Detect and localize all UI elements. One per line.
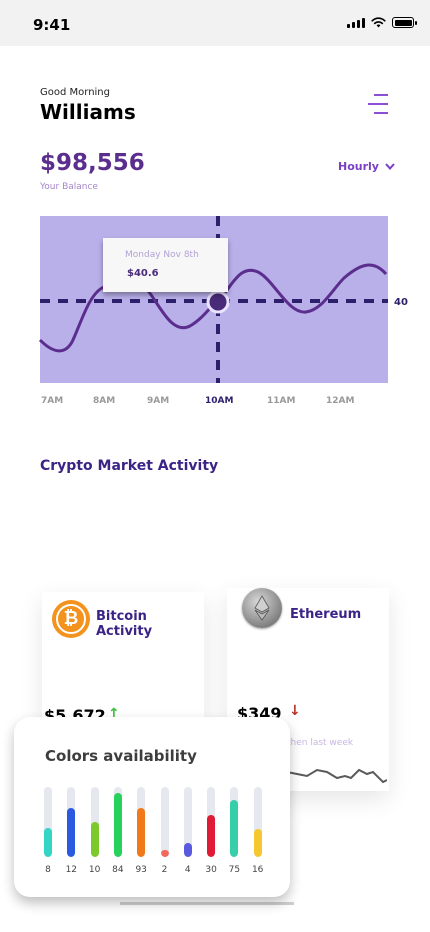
- status-icons: [347, 17, 417, 28]
- battery-icon: [392, 17, 417, 28]
- chart-level-label: 40: [394, 297, 408, 308]
- color-bar: [160, 787, 169, 857]
- time-label[interactable]: 8AM: [93, 396, 115, 406]
- balance-label: Your Balance: [40, 182, 98, 192]
- bitcoin-title: Bitcoin Activity: [96, 609, 153, 639]
- greeting-text: Good Morning: [40, 87, 110, 98]
- color-bar-label: 16: [251, 865, 264, 875]
- color-bar: [207, 787, 216, 857]
- color-bar-label: 4: [184, 865, 191, 875]
- color-bar-fill: [137, 808, 146, 857]
- color-bar-label: 75: [228, 865, 241, 875]
- color-bar: [90, 787, 99, 857]
- color-bar-fill: [207, 815, 216, 857]
- bitcoin-card[interactable]: ₿ Bitcoin Activity $5,672 ↑: [42, 592, 204, 732]
- color-bar: [44, 787, 52, 857]
- tooltip-value: $40.6: [127, 268, 159, 279]
- status-bar: 9:41: [0, 0, 430, 46]
- ethereum-sparkline: [287, 768, 387, 784]
- color-bar-fill: [113, 792, 122, 857]
- bitcoin-icon: ₿: [52, 600, 90, 638]
- color-bar-fill: [44, 827, 52, 857]
- section-title: Crypto Market Activity: [40, 458, 219, 474]
- color-bar-fill: [90, 822, 99, 857]
- color-bar-fill: [230, 799, 239, 857]
- wifi-icon: [371, 17, 386, 28]
- time-axis: 7AM 8AM 9AM 10AM 11AM 12AM: [0, 396, 430, 410]
- color-bar-label: 93: [135, 865, 147, 875]
- ethereum-title: Ethereum: [290, 607, 362, 622]
- time-label-active[interactable]: 10AM: [205, 396, 233, 406]
- color-bar: [183, 787, 192, 857]
- color-bar-label: 10: [88, 865, 101, 875]
- color-bar-label: 12: [65, 865, 78, 875]
- color-bar-fill: [67, 808, 76, 857]
- color-bar: [230, 787, 239, 857]
- color-bar: [137, 787, 146, 857]
- cellular-signal-icon: [347, 17, 365, 28]
- menu-icon[interactable]: [368, 92, 388, 116]
- ethereum-compare-text: then last week: [287, 738, 354, 748]
- ethereum-coin-icon: [242, 588, 282, 628]
- color-bar-label: 84: [112, 865, 124, 875]
- colors-availability-card: Colors availability 8 12 10 84 93 2 4 30 75 16: [14, 717, 290, 897]
- colors-card-shadow: [120, 902, 294, 905]
- color-bar: [113, 787, 122, 857]
- color-bar-fill: [183, 843, 192, 857]
- status-time: 9:41: [33, 16, 71, 34]
- arrow-down-icon: ↓: [289, 703, 301, 719]
- color-bar-fill: [160, 850, 169, 857]
- time-label[interactable]: 7AM: [41, 396, 63, 406]
- balance-amount: $98,556: [40, 150, 145, 176]
- colors-title: Colors availability: [45, 747, 197, 765]
- period-dropdown[interactable]: Hourly: [338, 160, 395, 173]
- tooltip-date: Monday Nov 8th: [125, 250, 199, 260]
- chevron-down-icon: [385, 163, 395, 170]
- time-label[interactable]: 11AM: [267, 396, 295, 406]
- color-bar: [253, 787, 262, 857]
- chart-tooltip: Monday Nov 8th $40.6: [103, 238, 228, 292]
- time-label[interactable]: 12AM: [326, 396, 354, 406]
- color-bar: [67, 787, 76, 857]
- color-bar-label: 2: [161, 865, 168, 875]
- time-label[interactable]: 9AM: [147, 396, 169, 406]
- color-bar-fill: [253, 829, 262, 857]
- selected-point-marker[interactable]: [206, 290, 230, 314]
- color-bar-label: 8: [45, 865, 51, 875]
- color-bar-label: 30: [205, 865, 217, 875]
- period-label: Hourly: [338, 160, 379, 173]
- user-name: Williams: [40, 100, 136, 124]
